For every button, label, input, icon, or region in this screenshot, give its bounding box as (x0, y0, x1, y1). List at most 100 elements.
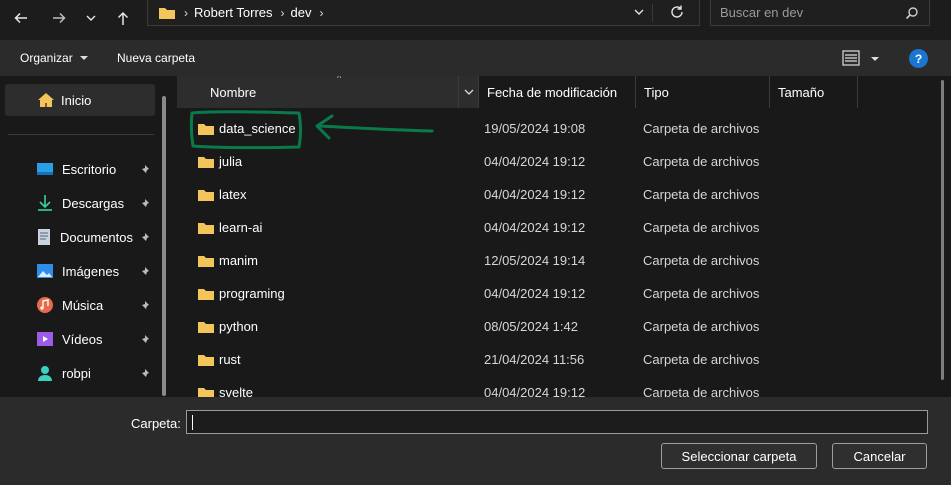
folder-icon (197, 376, 215, 397)
folder-icon (159, 7, 175, 19)
organize-button[interactable]: Organizar (20, 51, 89, 65)
column-filter-button[interactable] (458, 76, 478, 108)
sidebar-item-escritorio[interactable]: Escritorio (36, 155, 156, 183)
file-row[interactable]: manim 12/05/2024 19:14 Carpeta de archivos (177, 244, 951, 277)
breadcrumb-dev[interactable]: dev (291, 5, 312, 20)
file-row[interactable]: julia 04/04/2024 19:12 Carpeta de archivos (177, 145, 951, 178)
sidebar-item-imagenes[interactable]: Imágenes (36, 257, 156, 285)
column-header-label: Nombre (210, 84, 257, 100)
music-icon (37, 297, 53, 313)
pictures-icon (37, 264, 53, 278)
change-view-button[interactable] (842, 50, 880, 69)
file-name[interactable]: latex (219, 178, 246, 211)
sidebar-separator (8, 134, 154, 135)
sidebar-item-robpi[interactable]: robpi (36, 359, 156, 387)
folder-icon (197, 145, 215, 178)
pin-icon[interactable] (139, 232, 151, 244)
sidebar-item-label: Escritorio (62, 161, 117, 177)
file-row[interactable]: programing 04/04/2024 19:12 Carpeta de arc… (177, 277, 951, 310)
search-placeholder: Buscar en dev (720, 5, 804, 20)
column-header-type[interactable]: Tipo (636, 76, 770, 108)
file-modified: 04/04/2024 19:12 (484, 154, 586, 169)
file-name[interactable]: julia (219, 145, 242, 178)
recent-locations-button[interactable] (78, 5, 104, 31)
address-history-chevron-icon[interactable] (633, 6, 645, 18)
sidebar-item-label: robpi (62, 365, 91, 381)
sidebar-item-documentos[interactable]: Documentos (36, 223, 156, 251)
pin-icon[interactable] (139, 198, 151, 210)
divider (652, 4, 653, 22)
file-name[interactable]: data_science (219, 112, 296, 145)
file-modified: 08/05/2024 1:42 (484, 319, 578, 334)
file-name[interactable]: svelte (219, 376, 253, 397)
column-header-name[interactable]: Nombre ^ (177, 76, 479, 108)
column-header-modified[interactable]: Fecha de modificación (479, 76, 636, 108)
file-type: Carpeta de archivos (643, 319, 760, 334)
pin-icon[interactable] (139, 368, 151, 380)
chevron-right-icon[interactable]: › (319, 6, 323, 20)
file-type: Carpeta de archivos (643, 385, 760, 397)
home-icon (38, 93, 54, 107)
sort-ascending-icon: ^ (337, 76, 342, 83)
chevron-down-icon (464, 89, 473, 95)
desktop-icon (37, 163, 53, 175)
chevron-right-icon: › (184, 5, 188, 20)
pin-icon[interactable] (139, 164, 151, 176)
sidebar-item-label: Documentos (60, 229, 133, 245)
sidebar-item-home[interactable]: Inicio (5, 84, 155, 116)
caret-down-icon (80, 56, 89, 60)
dialog-footer: Carpeta: Seleccionar carpeta Cancelar (0, 397, 951, 485)
help-button[interactable]: ? (909, 49, 928, 68)
column-header-size[interactable]: Tamaño (770, 76, 858, 108)
back-button[interactable] (8, 5, 34, 31)
up-button[interactable] (110, 5, 136, 31)
pin-icon[interactable] (139, 266, 151, 278)
forward-button[interactable] (46, 5, 72, 31)
folder-icon (197, 310, 215, 343)
file-row[interactable]: rust 21/04/2024 11:56 Carpeta de archivos (177, 343, 951, 376)
new-folder-button[interactable]: Nueva carpeta (117, 51, 195, 65)
sidebar-item-videos[interactable]: Vídeos (36, 325, 156, 353)
file-modified: 12/05/2024 19:14 (484, 253, 586, 268)
chevron-right-icon: › (280, 5, 285, 20)
folder-name-input[interactable] (186, 410, 928, 434)
file-row[interactable]: learn-ai 04/04/2024 19:12 Carpeta de archi… (177, 211, 951, 244)
file-type: Carpeta de archivos (643, 154, 760, 169)
file-list-scrollbar[interactable] (935, 76, 951, 397)
folder-icon (197, 277, 215, 310)
column-header-row: Nombre ^ Fecha de modificación Tipo Tama… (177, 76, 951, 108)
select-folder-button[interactable]: Seleccionar carpeta (661, 443, 817, 469)
cancel-button[interactable]: Cancelar (832, 443, 927, 469)
file-name[interactable]: python (219, 310, 258, 343)
file-name[interactable]: rust (219, 343, 241, 376)
file-row[interactable]: latex 04/04/2024 19:12 Carpeta de archivos (177, 178, 951, 211)
column-header-label: Tamaño (778, 84, 825, 100)
file-name[interactable]: manim (219, 244, 258, 277)
sidebar-item-label: Música (62, 297, 104, 313)
user-icon (38, 366, 52, 381)
folder-icon (197, 244, 215, 277)
search-input[interactable]: Buscar en dev (710, 0, 930, 26)
file-name[interactable]: learn-ai (219, 211, 262, 244)
sidebar-item-descargas[interactable]: Descargas (36, 189, 156, 217)
file-name[interactable]: programing (219, 277, 285, 310)
scrollbar-thumb[interactable] (941, 80, 944, 380)
pin-icon[interactable] (139, 334, 151, 346)
sidebar-item-label: Descargas (62, 195, 125, 211)
address-field[interactable]: › Robert Torres › dev › (147, 0, 700, 26)
video-icon (37, 332, 53, 346)
file-type: Carpeta de archivos (643, 121, 760, 136)
file-type: Carpeta de archivos (643, 187, 760, 202)
sidebar-scrollbar[interactable] (162, 96, 166, 396)
refresh-icon[interactable] (669, 4, 685, 20)
file-row[interactable]: python 08/05/2024 1:42 Carpeta de archivos (177, 310, 951, 343)
file-row[interactable]: data_science 19/05/2024 19:08 Carpeta de a… (177, 112, 951, 145)
sidebar-item-musica[interactable]: Música (36, 291, 156, 319)
file-row[interactable]: svelte 04/04/2024 19:12 Carpeta de archivo… (177, 376, 951, 397)
organize-label: Organizar (20, 51, 73, 65)
pin-icon[interactable] (139, 300, 151, 312)
file-type: Carpeta de archivos (643, 220, 760, 235)
breadcrumb-robert-torres[interactable]: Robert Torres (194, 5, 273, 20)
file-modified: 04/04/2024 19:12 (484, 385, 586, 397)
file-modified: 04/04/2024 19:12 (484, 220, 586, 235)
